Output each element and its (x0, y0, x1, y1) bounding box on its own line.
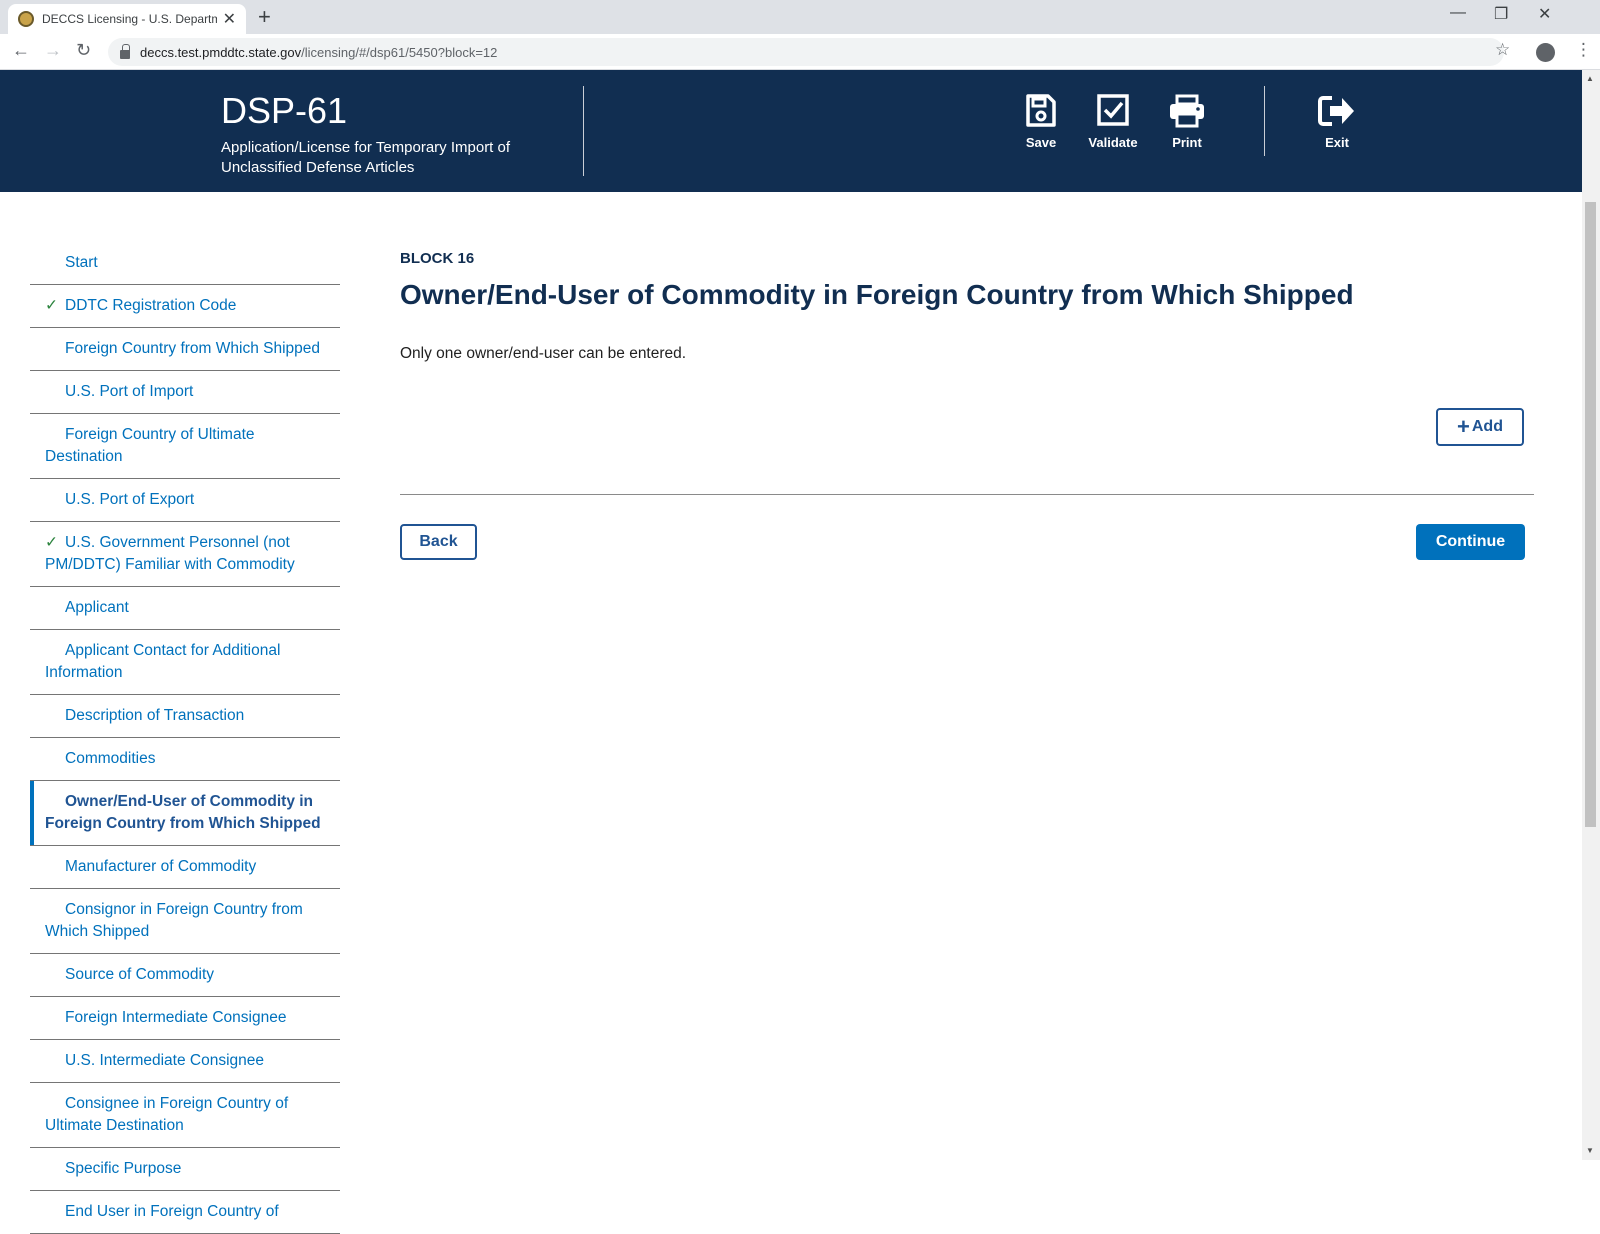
printer-icon (1170, 94, 1204, 128)
header-divider (1264, 86, 1265, 156)
sidebar-item[interactable]: Specific Purpose (30, 1148, 340, 1191)
sidebar-item-label: U.S. Intermediate Consignee (65, 1052, 265, 1069)
form-subtitle: Application/License for Temporary Import… (221, 139, 511, 176)
browser-toolbar: ← → ↻ deccs.test.pmddtc.state.gov/licens… (0, 34, 1600, 70)
sidebar-item-label: Consignor in Foreign Country from Which … (45, 901, 303, 940)
main-content: BLOCK 16 Owner/End-User of Commodity in … (400, 242, 1534, 560)
sidebar-item[interactable]: Source of Commodity (30, 954, 340, 997)
forward-arrow-icon[interactable]: → (44, 40, 62, 61)
sidebar-item[interactable]: ✓ U.S. Government Personnel (not PM/DDTC)… (30, 522, 340, 587)
block-sidebar-nav: Start ✓ DDTC Registration Code Foreign Coun… (30, 242, 340, 1234)
section-divider (400, 494, 1534, 495)
close-window-icon[interactable]: ✕ (1538, 4, 1551, 24)
restore-icon[interactable]: ❐ (1494, 4, 1508, 24)
close-tab-icon[interactable]: ✕ (223, 9, 236, 29)
sidebar-item-label: U.S. Port of Import (65, 383, 194, 400)
sidebar-item[interactable]: Description of Transaction (30, 695, 340, 738)
sidebar-item[interactable]: Manufacturer of Commodity (30, 846, 340, 889)
browser-tab[interactable]: DECCS Licensing - U.S. Department ✕ (8, 4, 246, 34)
sidebar-item[interactable]: Foreign Country of Ultimate Destination (30, 414, 340, 479)
browser-tabstrip: DECCS Licensing - U.S. Department ✕ + — … (0, 0, 1600, 34)
sidebar-item-label: Start (65, 254, 98, 271)
exit-arrow-icon (1318, 96, 1354, 126)
sidebar-item-label: Description of Transaction (65, 707, 245, 724)
checkbox-check-icon (1097, 94, 1129, 126)
sidebar-item[interactable]: Foreign Country from Which Shipped (30, 328, 340, 371)
reload-icon[interactable]: ↻ (76, 40, 91, 61)
sidebar-item-label: Manufacturer of Commodity (65, 858, 257, 875)
url-text: deccs.test.pmddtc.state.gov/licensing/#/… (140, 44, 498, 60)
sidebar-item[interactable]: Applicant (30, 587, 340, 630)
form-code: DSP-61 (221, 90, 348, 131)
sidebar-item[interactable]: Consignor in Foreign Country from Which … (30, 889, 340, 954)
back-arrow-icon[interactable]: ← (12, 40, 30, 61)
sidebar-item-label: Foreign Country from Which Shipped (65, 340, 321, 357)
browser-menu-icon[interactable]: ⋮ (1575, 40, 1592, 60)
sidebar-item-label: Applicant Contact for Additional Informa… (45, 642, 281, 681)
sidebar-item-label: U.S. Government Personnel (not PM/DDTC) … (45, 534, 295, 573)
save-label: Save (1025, 135, 1057, 150)
scroll-down-icon[interactable]: ▼ (1586, 1146, 1594, 1155)
add-button[interactable]: + Add (1436, 408, 1524, 446)
save-icon (1026, 94, 1056, 127)
sidebar-item-label: Source of Commodity (65, 966, 215, 983)
sidebar-item[interactable]: End User in Foreign Country of (30, 1191, 340, 1234)
lock-icon (120, 43, 130, 59)
sidebar-item-label: Applicant (65, 599, 129, 616)
sidebar-item-label: Foreign Country of Ultimate Destination (45, 426, 255, 465)
tab-title: DECCS Licensing - U.S. Department (42, 12, 217, 26)
sidebar-item-label: Consignee in Foreign Country of Ultimate… (45, 1095, 289, 1134)
add-label: Add (1471, 418, 1503, 435)
page-title: Owner/End-User of Commodity in Foreign C… (400, 279, 1354, 310)
block-description: Only one owner/end-user can be entered. (400, 345, 687, 362)
sidebar-item-label: Commodities (65, 750, 156, 767)
validate-label: Validate (1088, 135, 1138, 150)
site-seal-icon (18, 11, 34, 27)
sidebar-item-label: End User in Foreign Country of (65, 1203, 279, 1220)
site-header: DSP-61 Application/License for Temporary… (0, 70, 1582, 192)
sidebar-item[interactable]: Commodities (30, 738, 340, 781)
profile-avatar-icon[interactable] (1536, 43, 1555, 62)
sidebar-item[interactable]: ✓ DDTC Registration Code (30, 285, 340, 328)
sidebar-item[interactable]: U.S. Port of Import (30, 371, 340, 414)
exit-button[interactable]: Exit (1302, 94, 1372, 152)
sidebar-item[interactable]: Foreign Intermediate Consignee (30, 997, 340, 1040)
continue-button[interactable]: Continue (1416, 524, 1525, 560)
header-divider (583, 86, 584, 176)
sidebar-item[interactable]: Consignee in Foreign Country of Ultimate… (30, 1083, 340, 1148)
print-button[interactable]: Print (1152, 94, 1222, 152)
sidebar-item-label: DDTC Registration Code (65, 297, 237, 314)
scrollbar-thumb[interactable] (1585, 202, 1596, 827)
checkmark-icon: ✓ (45, 297, 58, 314)
scroll-up-icon[interactable]: ▲ (1586, 74, 1594, 83)
sidebar-item[interactable]: U.S. Port of Export (30, 479, 340, 522)
print-label: Print (1172, 135, 1202, 150)
sidebar-item-label: Foreign Intermediate Consignee (65, 1009, 287, 1026)
sidebar-item-label: Owner/End-User of Commodity in Foreign C… (45, 793, 321, 832)
checkmark-icon: ✓ (45, 534, 58, 551)
address-bar[interactable]: deccs.test.pmddtc.state.gov/licensing/#/… (108, 38, 1504, 66)
plus-icon: + (1457, 414, 1470, 439)
minimize-icon[interactable]: — (1450, 4, 1466, 22)
save-button[interactable]: Save (1006, 94, 1076, 152)
sidebar-item[interactable]: U.S. Intermediate Consignee (30, 1040, 340, 1083)
block-number: BLOCK 16 (400, 250, 475, 267)
bookmark-star-icon[interactable]: ☆ (1495, 40, 1510, 60)
sidebar-item[interactable]: Owner/End-User of Commodity in Foreign C… (30, 781, 340, 846)
sidebar-item[interactable]: Start (30, 242, 340, 285)
sidebar-item-label: U.S. Port of Export (65, 491, 195, 508)
sidebar-item-label: Specific Purpose (65, 1160, 182, 1177)
validate-button[interactable]: Validate (1078, 94, 1148, 152)
new-tab-icon[interactable]: + (258, 4, 271, 30)
sidebar-item[interactable]: Applicant Contact for Additional Informa… (30, 630, 340, 695)
back-button[interactable]: Back (400, 524, 477, 560)
exit-label: Exit (1325, 135, 1349, 150)
